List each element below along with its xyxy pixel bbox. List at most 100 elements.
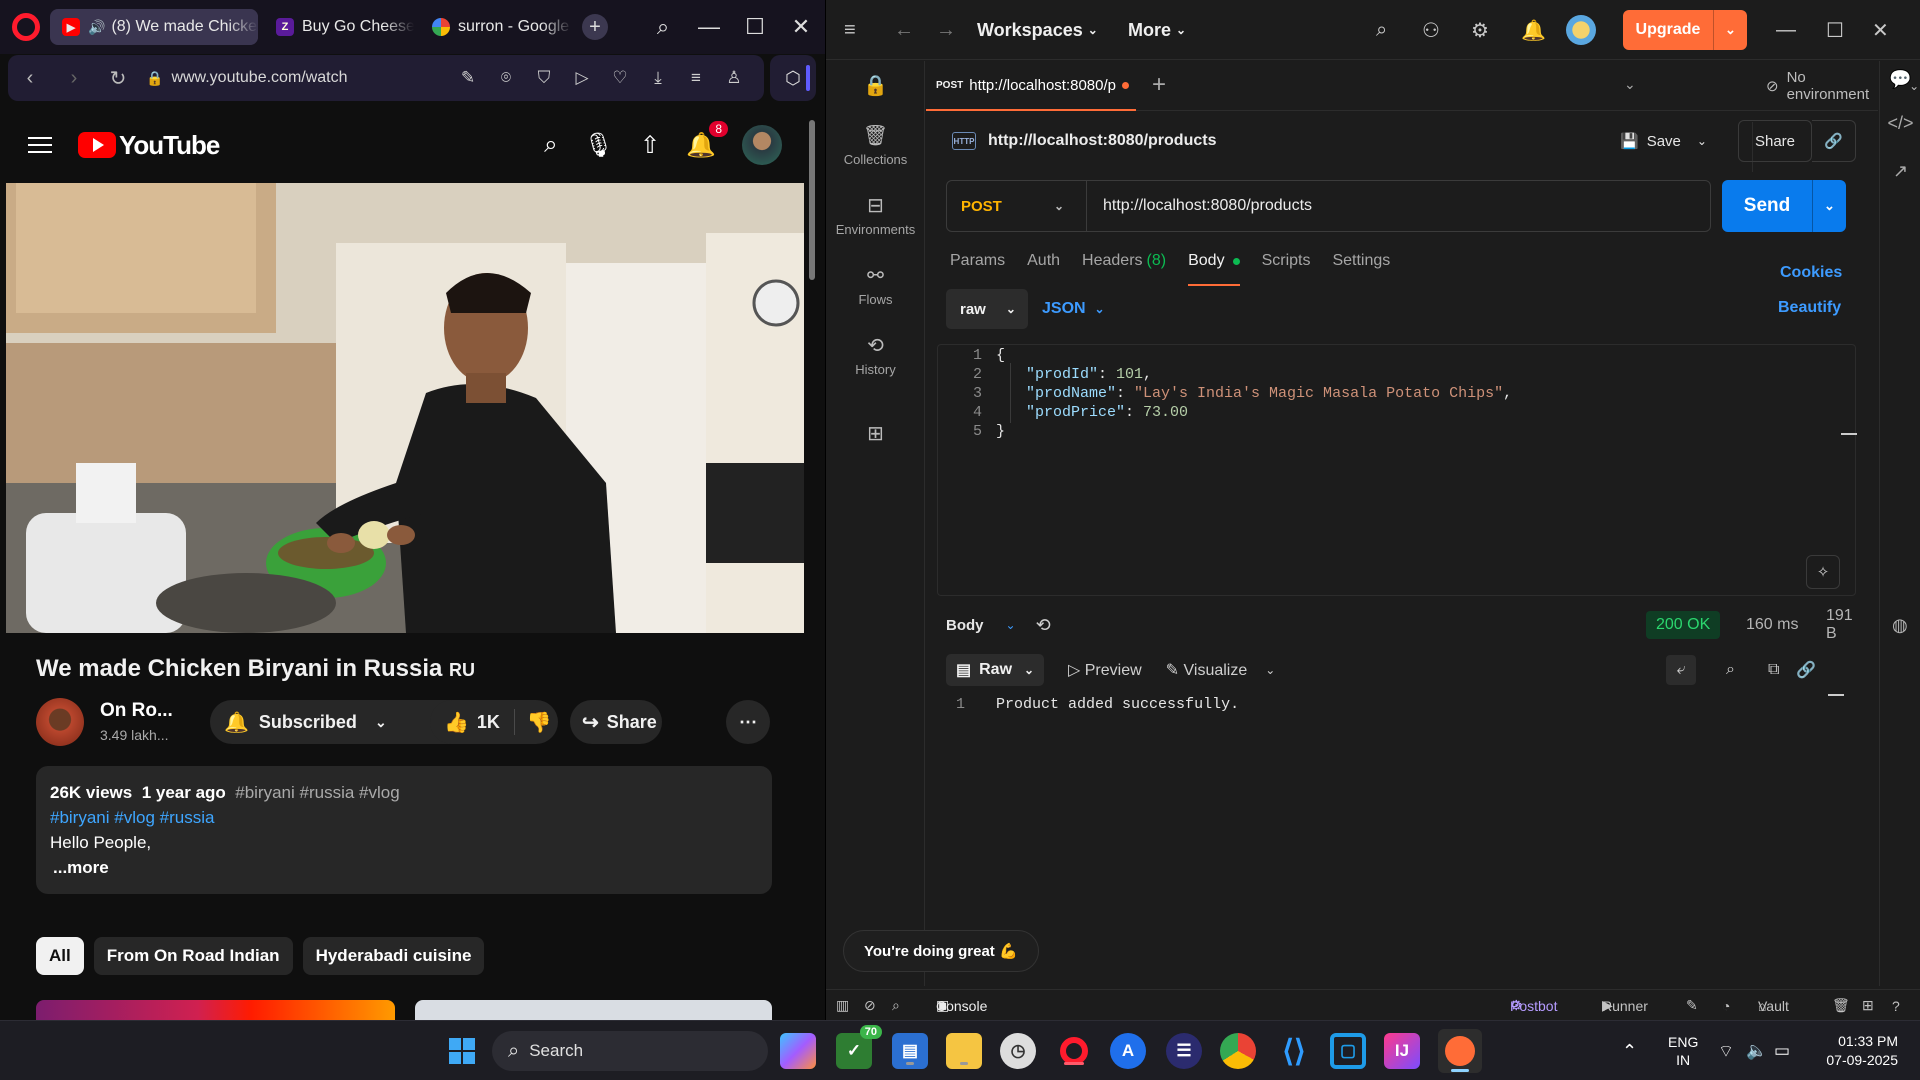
tab-params[interactable]: Params [950,252,1005,288]
app-store-icon[interactable]: A [1110,1033,1146,1069]
console-button[interactable]: ▣ Console [936,990,987,1020]
find-icon[interactable]: ⌕ [892,990,900,1020]
back-arrow-icon[interactable]: ← [894,0,914,60]
upgrade-button[interactable]: Upgrade ⌄ [1623,10,1747,50]
response-body-label[interactable]: Body [946,617,984,634]
minimize-button[interactable]: — [686,14,732,40]
invite-user-icon[interactable]: ⚇ [1422,0,1440,60]
url-field[interactable]: www.youtube.com/watch [171,69,347,87]
sidebar-item-collections[interactable]: 🗑 Collections [826,123,925,167]
user-avatar[interactable] [1566,0,1596,60]
download-icon[interactable]: ⤓ [648,68,668,88]
body-type-select[interactable]: raw ⌄ [946,289,1028,329]
file-explorer-icon[interactable] [946,1033,982,1069]
minimize-button[interactable]: — [1776,0,1796,60]
tray-chevron-icon[interactable]: ⌃ [1622,1021,1637,1080]
heart-icon[interactable]: ♡ [610,68,630,88]
ai-assist-icon[interactable]: ✧ [1806,555,1840,589]
volume-icon[interactable]: 🔈 [1746,1021,1767,1080]
editor-scrollbar[interactable] [1841,433,1857,435]
tabs-dropdown-icon[interactable]: ⌄ [1624,76,1636,93]
forward-button[interactable]: › [52,67,96,90]
chevron-down-icon[interactable]: ⌄ [1697,134,1707,148]
camera-icon[interactable]: ⌾ [496,68,516,88]
save-button[interactable]: 💾 Save ⌄ [1606,120,1721,162]
notepad-icon[interactable]: ▤ [892,1033,928,1069]
tab-settings[interactable]: Settings [1332,252,1390,288]
response-body[interactable]: 1 Product added successfully. [946,696,1239,713]
forward-arrow-icon[interactable]: → [936,0,956,60]
clock[interactable]: 01:33 PM 07-09-2025 [1818,1021,1898,1080]
copilot-icon[interactable] [780,1033,816,1069]
request-tab[interactable]: POST http://localhost:8080/p [926,61,1136,111]
new-tab-button[interactable]: + [582,14,608,40]
chevron-down-icon[interactable]: ⌄ [1812,180,1846,232]
vscode-icon[interactable]: ⟨⟩ [1276,1033,1312,1069]
battery-icon[interactable]: ▭ [1774,1021,1790,1080]
toggle-sidebar-icon[interactable]: ▥ [836,990,849,1020]
channel-avatar[interactable] [36,698,84,746]
runner-button[interactable]: ▶ Runner [1602,990,1648,1020]
copy-link-icon[interactable]: 🔗 [1812,120,1856,162]
more-actions-button[interactable]: ⋯ [726,700,770,744]
vault-button[interactable]: ⌂ Vault [1758,990,1789,1020]
hamburger-menu-icon[interactable] [28,132,52,158]
chevron-down-icon[interactable]: ⌄ [1265,663,1275,677]
more-menu[interactable]: More ⌄ [1128,0,1186,60]
view-mode-select[interactable]: ▤ Raw ⌄ [946,654,1044,686]
intellij-icon[interactable]: IJ [1384,1033,1420,1069]
tab-body[interactable]: Body [1188,252,1241,288]
search-icon[interactable]: ⌕ [1726,661,1735,679]
comments-icon[interactable]: 💬 [1880,69,1920,90]
wifi-icon[interactable]: ⌔ [1718,1021,1734,1080]
sidebar-item-environments[interactable]: ⊟ Environments [826,193,925,237]
tab-google[interactable]: surron - Google Search [420,9,572,45]
trash-icon[interactable]: 🗑 [1832,990,1850,1020]
eclipse-icon[interactable]: ☰ [1166,1033,1202,1069]
sidebar-item-flows[interactable]: ⚯ Flows [826,263,925,307]
sidebar-item-history[interactable]: ⟲ History [826,333,925,377]
body-editor[interactable]: 1{ 2 "prodId": 101, 3 "prodName": "Lay's I… [937,344,1857,596]
youtube-logo[interactable]: YouTube [78,130,220,161]
taskbar-search[interactable]: ⌕ Search [492,1031,768,1071]
online-status-icon[interactable]: ⊘ [864,990,876,1020]
profile-icon[interactable]: ♙ [724,68,744,88]
notifications-bell-icon[interactable]: 🔔 [1521,0,1546,60]
send-button[interactable]: Send ⌄ [1722,180,1846,232]
capture-icon[interactable]: ✎ [1686,990,1698,1020]
close-button[interactable]: ✕ [1872,0,1889,60]
tab-youtube[interactable]: ▶ 🔊 (8) We made Chicken Biryani [50,9,258,45]
opera-logo-icon[interactable] [12,13,40,41]
reload-button[interactable]: ↻ [96,66,140,91]
workspaces-menu[interactable]: Workspaces ⌄ [977,0,1098,60]
dislike-icon[interactable]: 👎 [515,710,552,735]
notifications-bell-icon[interactable]: 🔔 8 [686,120,728,160]
copy-icon[interactable]: ⧉ [1768,661,1779,679]
globe-icon[interactable]: ◍ [1892,608,1908,642]
thumbnail-2[interactable] [415,1000,772,1020]
cookies-link[interactable]: Cookies [1780,264,1842,282]
beautify-link[interactable]: Beautify [1778,299,1841,317]
language-indicator[interactable]: ENG IN [1668,1021,1698,1080]
account-avatar[interactable] [742,125,782,165]
wrap-lines-icon[interactable]: ⤶ [1666,655,1696,685]
microphone-icon[interactable]: 🎙 [584,131,614,160]
edit-icon[interactable]: ✎ [458,68,478,88]
app-badge-icon[interactable]: ✓ 70 [836,1025,882,1069]
visualize-tab[interactable]: ✎ Visualize [1166,660,1248,680]
apps-grid-icon[interactable]: ⊞ [826,421,925,450]
tab-zepto[interactable]: Z Buy Go Cheese Slices [264,9,414,45]
video-description[interactable]: 26K views 1 year ago #biryani #russia #v… [36,766,772,894]
share-button[interactable]: Share [1738,120,1812,162]
new-tab-button[interactable]: + [1152,71,1166,99]
page-scrollbar[interactable] [808,110,816,1020]
cookies-icon[interactable]: ◔ [1722,990,1730,1020]
video-player[interactable] [6,183,804,633]
channel-name[interactable]: On Ro... [100,700,173,722]
postbot-button[interactable]: ⚙ Postbot [1510,990,1557,1020]
app-menu-icon[interactable]: ≡ [844,0,856,60]
upload-icon[interactable]: ⇧ [640,131,660,160]
chip-cuisine[interactable]: Hyderabadi cuisine [302,937,485,975]
tab-headers[interactable]: Headers (8) [1082,252,1166,288]
chrome-icon[interactable] [1220,1033,1256,1069]
